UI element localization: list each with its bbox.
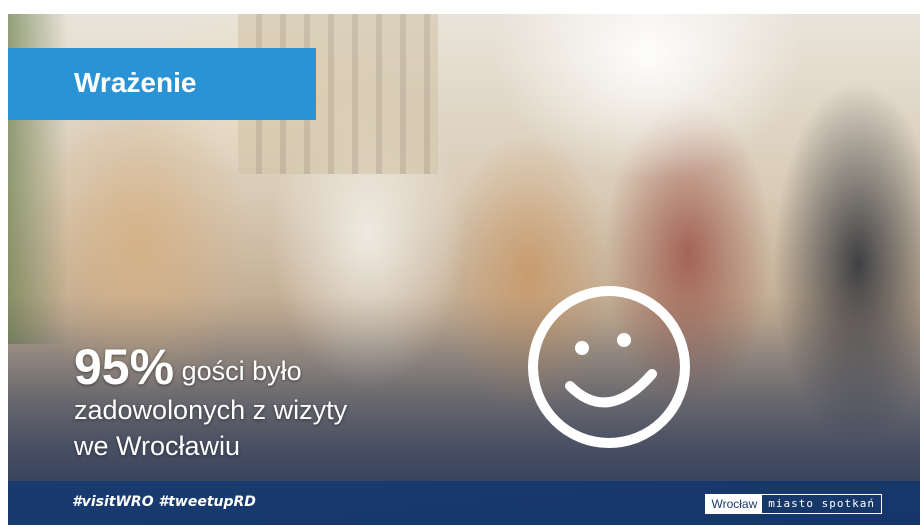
slide-title: Wrażenie [74, 67, 197, 98]
stat-percent: 95% [74, 339, 175, 395]
footer-bar: #visitWRO #tweetupRD Wrocław miasto spot… [8, 481, 920, 525]
stat-line-2: zadowolonych z wizyty [74, 395, 348, 425]
stat-line-1: 95% gości było [74, 342, 347, 392]
slide: Wrażenie 95% gości było zadowolonych z w… [8, 14, 920, 525]
hashtags: #visitWRO #tweetupRD [72, 494, 256, 510]
stat-line-1-rest: gości było [174, 356, 302, 386]
title-banner: Wrażenie [8, 48, 316, 120]
statistic-text: 95% gości było zadowolonych z wizyty we … [74, 342, 347, 464]
brand-tagline: miasto spotkań [768, 497, 875, 510]
brand-logo: Wrocław miasto spotkań [705, 494, 882, 514]
brand-city: Wrocław [706, 495, 763, 513]
stat-line-3: we Wrocławiu [74, 431, 241, 461]
smiley-face-icon [528, 286, 690, 448]
